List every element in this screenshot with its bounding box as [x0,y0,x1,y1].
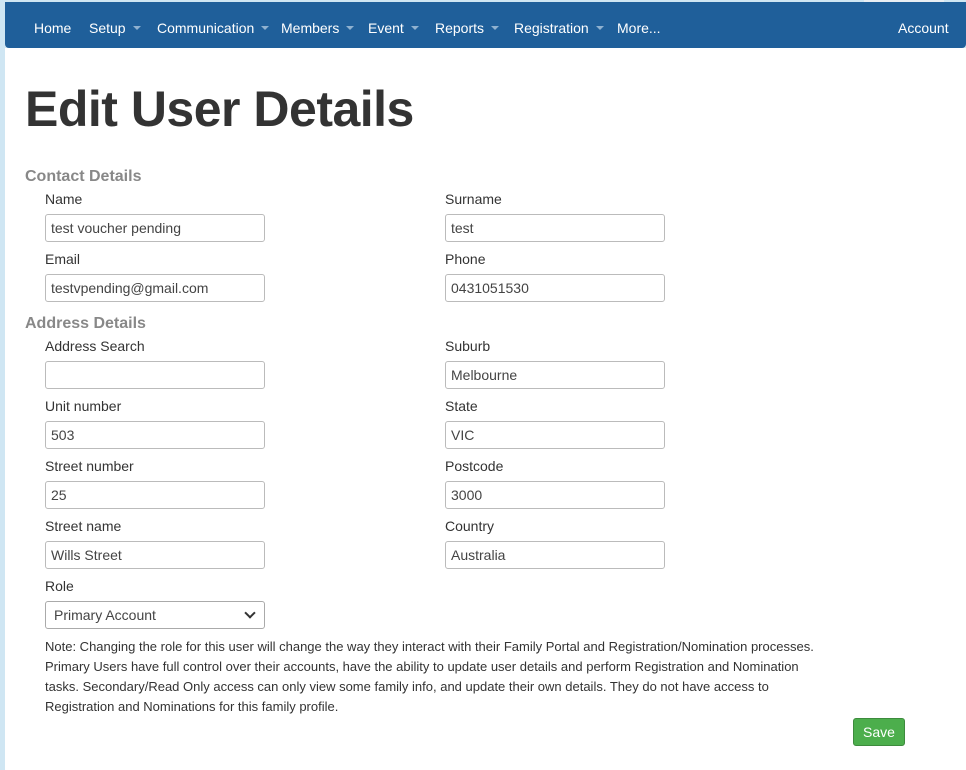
caret-down-icon [595,26,604,30]
suburb-input[interactable] [445,361,665,389]
nav-communication[interactable]: Communication [157,18,270,38]
country-label: Country [445,518,495,534]
role-select[interactable]: Primary Account [45,601,265,629]
name-label: Name [45,191,83,207]
street-name-input[interactable] [45,541,265,569]
role-label: Role [45,578,74,594]
role-selected-value: Primary Account [54,607,156,623]
unit-number-label: Unit number [45,398,122,414]
name-input[interactable] [45,214,265,242]
main-navbar: Home Setup Communication Members Event R… [5,2,966,48]
nav-members-label: Members [281,20,340,36]
address-search-label: Address Search [45,338,145,354]
street-number-input[interactable] [45,481,265,509]
postcode-input[interactable] [445,481,665,509]
surname-input[interactable] [445,214,665,242]
page-title: Edit User Details [25,81,414,137]
nav-reports[interactable]: Reports [435,18,500,38]
nav-account-label: Account [898,20,949,36]
caret-down-icon [132,26,141,30]
surname-label: Surname [445,191,502,207]
unit-number-input[interactable] [45,421,265,449]
caret-down-icon [346,26,355,30]
state-input[interactable] [445,421,665,449]
address-details-heading: Address Details [25,315,146,332]
postcode-label: Postcode [445,458,504,474]
street-number-label: Street number [45,458,134,474]
role-change-note: Note: Changing the role for this user wi… [45,639,814,714]
nav-account[interactable]: Account [898,18,949,38]
caret-down-icon [491,26,500,30]
phone-label: Phone [445,251,486,267]
phone-input[interactable] [445,274,665,302]
state-label: State [445,398,478,414]
nav-setup-label: Setup [89,20,126,36]
nav-home[interactable]: Home [34,18,71,38]
nav-reports-label: Reports [435,20,485,36]
save-button[interactable]: Save [853,718,905,746]
email-label: Email [45,251,81,267]
nav-more[interactable]: More... [617,18,661,38]
nav-communication-label: Communication [157,20,255,36]
nav-members[interactable]: Members [281,18,355,38]
street-name-label: Street name [45,518,122,534]
chevron-down-icon [244,607,256,619]
suburb-label: Suburb [445,338,491,354]
page-content: Edit User Details Contact Details Name S… [5,48,966,770]
caret-down-icon [261,26,270,30]
address-search-input[interactable] [45,361,265,389]
save-button-label: Save [863,724,895,740]
caret-down-icon [410,26,419,30]
nav-home-label: Home [34,20,72,36]
nav-registration-label: Registration [514,20,589,36]
nav-setup[interactable]: Setup [89,18,141,38]
nav-event-label: Event [368,20,404,36]
nav-event[interactable]: Event [368,18,419,38]
nav-registration[interactable]: Registration [514,18,604,38]
email-input[interactable] [45,274,265,302]
contact-details-heading: Contact Details [25,168,142,185]
country-input[interactable] [445,541,665,569]
nav-more-label: More... [617,20,661,36]
